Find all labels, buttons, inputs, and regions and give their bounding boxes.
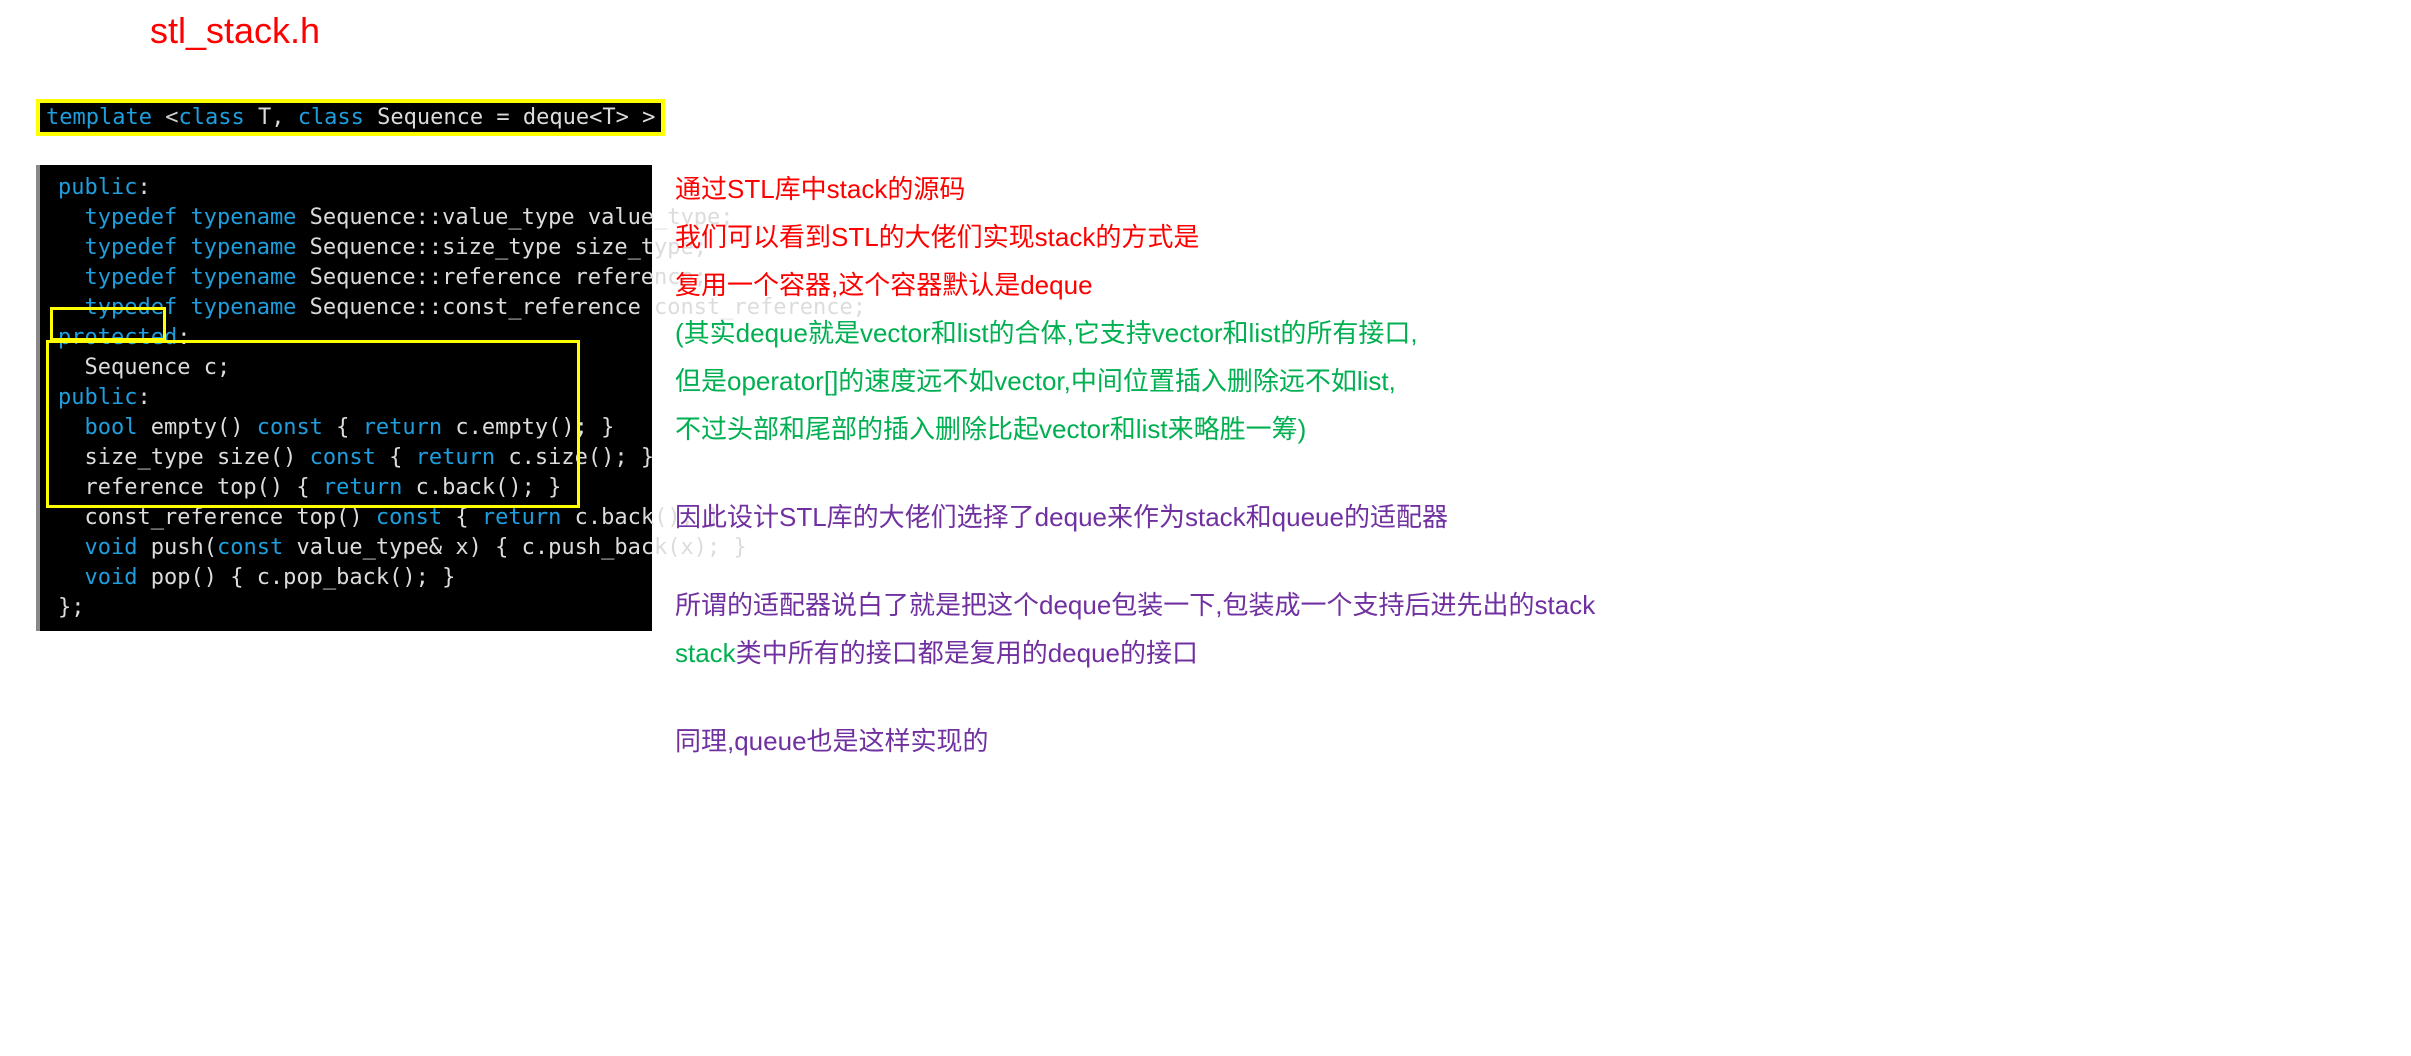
code-gutter (36, 165, 40, 631)
line-public: public: (44, 173, 644, 203)
kw-template: template (46, 105, 152, 130)
line-protected: protected: (44, 323, 644, 353)
note-green-3: 不过头部和尾部的插入删除比起vector和list来略胜一筹) (675, 405, 1595, 453)
file-title: stl_stack.h (150, 10, 320, 52)
line-top-const-fn: const_reference top() const { return c.b… (44, 503, 644, 533)
note-red-2: 我们可以看到STL的大佬们实现stack的方式是 (675, 213, 1595, 261)
param-sequence: Sequence = deque<T> > (364, 105, 655, 130)
kw-class-2: class (298, 105, 364, 130)
line-size-fn: size_type size() const { return c.size()… (44, 443, 644, 473)
note-green-stack: stack (675, 638, 736, 668)
kw-class-1: class (178, 105, 244, 130)
line-push-fn: void push(const value_type& x) { c.push_… (44, 533, 644, 563)
note-purple-1: 因此设计STL库的大佬们选择了deque来作为stack和queue的适配器 (675, 493, 1595, 541)
line-empty-fn: bool empty() const { return c.empty(); } (44, 413, 644, 443)
code-block: public: typedef typename Sequence::value… (36, 165, 652, 631)
line-sequence-c: Sequence c; (44, 353, 644, 383)
note-purple-3: 同理,queue也是这样实现的 (675, 717, 1595, 765)
template-declaration-line: template <class T, class Sequence = dequ… (36, 99, 665, 136)
note-purple-2a: 所谓的适配器说白了就是把这个deque包装一下,包装成一个支持后进先出的stac… (675, 581, 1595, 629)
line-public-2: public: (44, 383, 644, 413)
line-typedef-2: typedef typename Sequence::size_type siz… (44, 233, 644, 263)
line-typedef-1: typedef typename Sequence::value_type va… (44, 203, 644, 233)
line-top-fn: reference top() { return c.back(); } (44, 473, 644, 503)
note-green-1: (其实deque就是vector和list的合体,它支持vector和list的… (675, 309, 1595, 357)
annotation-notes: 通过STL库中stack的源码 我们可以看到STL的大佬们实现stack的方式是… (675, 165, 1595, 765)
note-red-3: 复用一个容器,这个容器默认是deque (675, 261, 1595, 309)
angle-open: < (152, 105, 179, 130)
line-typedef-3: typedef typename Sequence::reference ref… (44, 263, 644, 293)
note-mixed-line: stack类中所有的接口都是复用的deque的接口 (675, 629, 1595, 677)
line-end: }; (44, 593, 644, 623)
param-t: T, (245, 105, 298, 130)
line-typedef-4: typedef typename Sequence::const_referen… (44, 293, 644, 323)
note-green-2: 但是operator[]的速度远不如vector,中间位置插入删除远不如list… (675, 357, 1595, 405)
note-purple-2b: 类中所有的接口都是复用的deque的接口 (736, 638, 1198, 668)
line-pop-fn: void pop() { c.pop_back(); } (44, 563, 644, 593)
note-red-1: 通过STL库中stack的源码 (675, 165, 1595, 213)
